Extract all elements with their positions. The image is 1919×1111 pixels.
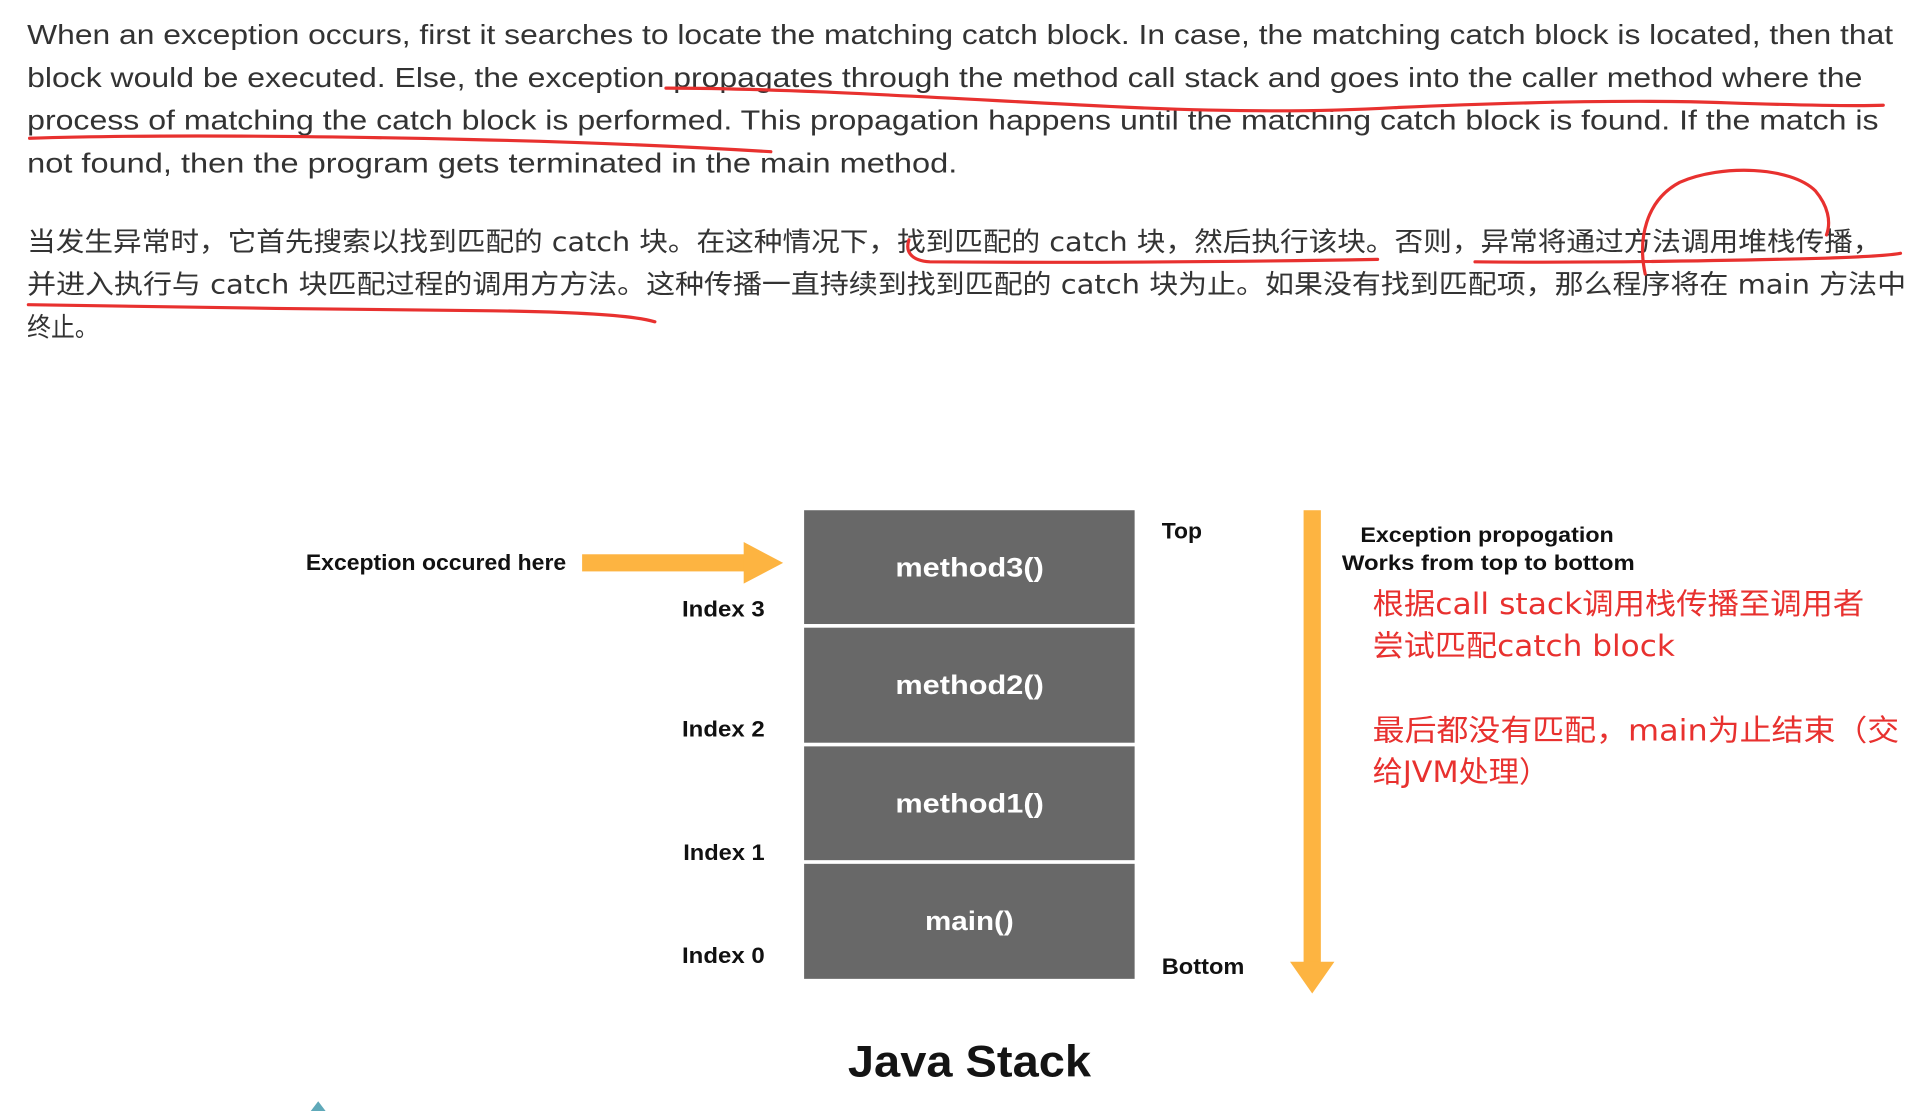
note-line: 根据call stack调用栈传播至调用者 — [1372, 587, 1865, 622]
stack-frame-main: main() Index 0 — [682, 863, 1135, 979]
stack-frame-label: method3() — [895, 551, 1044, 582]
note-line: 尝试匹配catch block — [1372, 628, 1675, 664]
paragraph-line: block would be executed. Else, the excep… — [27, 61, 1863, 93]
stack-frame-index: Index 1 — [683, 840, 765, 866]
propagation-subtitle: Works from top to bottom — [1341, 550, 1635, 576]
exception-occurred-label: Exception occured here — [305, 550, 567, 576]
arrow-head — [1290, 961, 1335, 994]
stack-frame-label: main() — [924, 905, 1014, 937]
chinese-paragraph: 当发生异常时，它首先搜索以找到匹配的 catch 块。在这种情况下，找到匹配的 … — [27, 221, 1914, 349]
paragraph-line: When an exception occurs, first it searc… — [27, 18, 1894, 51]
stack-frame-method3: method3() Index 3 — [682, 510, 1135, 625]
java-stack: method3() Index 3 method2() Index 2 meth… — [682, 510, 1135, 979]
arrow-shaft — [1303, 510, 1321, 965]
diagram-caption: Java Stack — [847, 1036, 1091, 1087]
stack-frame-method2: method2() Index 2 — [682, 627, 1135, 743]
stack-frame-index: Index 0 — [681, 943, 765, 968]
stack-top-label: Top — [1161, 518, 1203, 544]
arrow-right-icon — [582, 542, 784, 584]
stack-frame-method1: method1() Index 1 — [683, 746, 1135, 865]
stack-frame-index: Index 3 — [681, 597, 765, 622]
paragraph-line: 当发生异常时，它首先搜索以找到匹配的 catch 块。在这种情况下，找到匹配的 … — [27, 227, 1882, 259]
note-line: 最后都没有匹配，main为止结束（交 — [1372, 713, 1900, 748]
propagation-title: Exception propogation — [1360, 522, 1614, 547]
stack-frame-label: method1() — [895, 787, 1044, 818]
document-page: When an exception occurs, first it searc… — [0, 0, 1919, 1111]
stack-bottom-label: Bottom — [1161, 954, 1245, 979]
paragraph-line: process of matching the catch block is p… — [27, 104, 1879, 136]
stack-frame-index: Index 2 — [681, 717, 765, 742]
english-paragraph: When an exception occurs, first it searc… — [27, 13, 1914, 184]
arrow-head — [743, 542, 784, 584]
arrow-down-icon — [1290, 510, 1335, 994]
partial-teal-icon — [310, 1101, 326, 1111]
paragraph-line: 并进入执行与 catch 块匹配过程的调用方方法。这种传播一直持续到找到匹配的 … — [27, 270, 1907, 301]
stack-frame-label: method2() — [895, 669, 1044, 700]
paragraph-line: not found, then the program gets termina… — [27, 146, 958, 179]
note-line: 给JVM处理） — [1372, 754, 1550, 790]
paragraph-line: 终止。 — [27, 313, 99, 344]
arrow-shaft — [582, 554, 748, 572]
